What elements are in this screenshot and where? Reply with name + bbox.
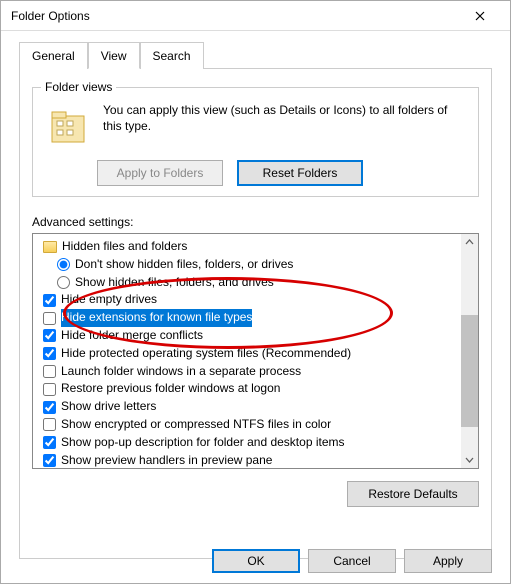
close-button[interactable] [460,2,500,30]
tab-search[interactable]: Search [140,42,204,69]
checkbox-input[interactable] [43,294,56,307]
scrollbar[interactable] [461,234,478,468]
ok-button[interactable]: OK [212,549,300,573]
list-item[interactable]: Don't show hidden files, folders, or dri… [39,256,457,274]
advanced-settings-label: Advanced settings: [32,215,479,229]
chevron-up-icon [465,238,474,247]
checkbox-input[interactable] [43,347,56,360]
list-item[interactable]: Hidden files and folders [39,238,457,256]
list-item-label: Hide protected operating system files (R… [61,345,351,363]
tab-general[interactable]: General [19,42,88,69]
scroll-up-button[interactable] [461,234,478,251]
list-item-label: Show pop-up description for folder and d… [61,434,345,452]
list-item[interactable]: Hide extensions for known file types [39,309,457,327]
chevron-down-icon [465,455,474,464]
scroll-down-button[interactable] [461,451,478,468]
titlebar: Folder Options [1,1,510,31]
list-item-label: Restore previous folder windows at logon [61,380,280,398]
list-item[interactable]: Launch folder windows in a separate proc… [39,363,457,381]
apply-button[interactable]: Apply [404,549,492,573]
folder-views-group: Folder views You can apply this view (su… [32,87,479,197]
tab-panel-view: Folder views You can apply this view (su… [19,69,492,559]
reset-folders-button[interactable]: Reset Folders [237,160,363,186]
checkbox-input[interactable] [43,365,56,378]
list-item[interactable]: Restore previous folder windows at logon [39,380,457,398]
checkbox-input[interactable] [43,383,56,396]
list-item-label: Hidden files and folders [62,238,187,256]
restore-defaults-button[interactable]: Restore Defaults [347,481,479,507]
list-item-label: Show hidden files, folders, and drives [75,274,274,292]
list-item[interactable]: Hide folder merge conflicts [39,327,457,345]
cancel-button[interactable]: Cancel [308,549,396,573]
window-title: Folder Options [11,9,90,23]
list-item[interactable]: Hide empty drives [39,291,457,309]
list-item-label: Launch folder windows in a separate proc… [61,363,301,381]
folder-icon [43,241,57,253]
checkbox-input[interactable] [43,418,56,431]
radio-input[interactable] [57,258,70,271]
close-icon [475,11,485,21]
checkbox-input[interactable] [43,401,56,414]
tab-view[interactable]: View [88,42,140,69]
list-item-label: Hide extensions for known file types [61,309,252,327]
list-item-label: Show encrypted or compressed NTFS files … [61,416,331,434]
list-item[interactable]: Hide protected operating system files (R… [39,345,457,363]
folder-views-legend: Folder views [41,80,116,94]
list-item-label: Don't show hidden files, folders, or dri… [75,256,293,274]
list-item-label: Show preview handlers in preview pane [61,452,272,469]
advanced-settings-list[interactable]: Hidden files and foldersDon't show hidde… [32,233,479,469]
checkbox-input[interactable] [43,436,56,449]
list-item-label: Hide folder merge conflicts [61,327,203,345]
folder-options-dialog: Folder Options General View Search Folde… [0,0,511,584]
checkbox-input[interactable] [43,329,56,342]
checkbox-input[interactable] [43,454,56,467]
apply-to-folders-button[interactable]: Apply to Folders [97,160,223,186]
scroll-track[interactable] [461,251,478,451]
list-item[interactable]: Show drive letters [39,398,457,416]
list-item[interactable]: Show hidden files, folders, and drives [39,274,457,292]
list-item-label: Show drive letters [61,398,156,416]
tab-strip: General View Search [19,41,492,69]
list-item[interactable]: Show pop-up description for folder and d… [39,434,457,452]
list-item[interactable]: Show encrypted or compressed NTFS files … [39,416,457,434]
checkbox-input[interactable] [43,312,56,325]
list-item[interactable]: Show preview handlers in preview pane [39,452,457,469]
radio-input[interactable] [57,276,70,289]
dialog-body: General View Search Folder views [1,31,510,569]
scroll-thumb[interactable] [461,315,478,427]
dialog-button-bar: OK Cancel Apply [212,549,492,573]
folder-views-text: You can apply this view (such as Details… [103,102,468,134]
folder-views-icon [49,106,89,150]
list-item-label: Hide empty drives [61,291,157,309]
